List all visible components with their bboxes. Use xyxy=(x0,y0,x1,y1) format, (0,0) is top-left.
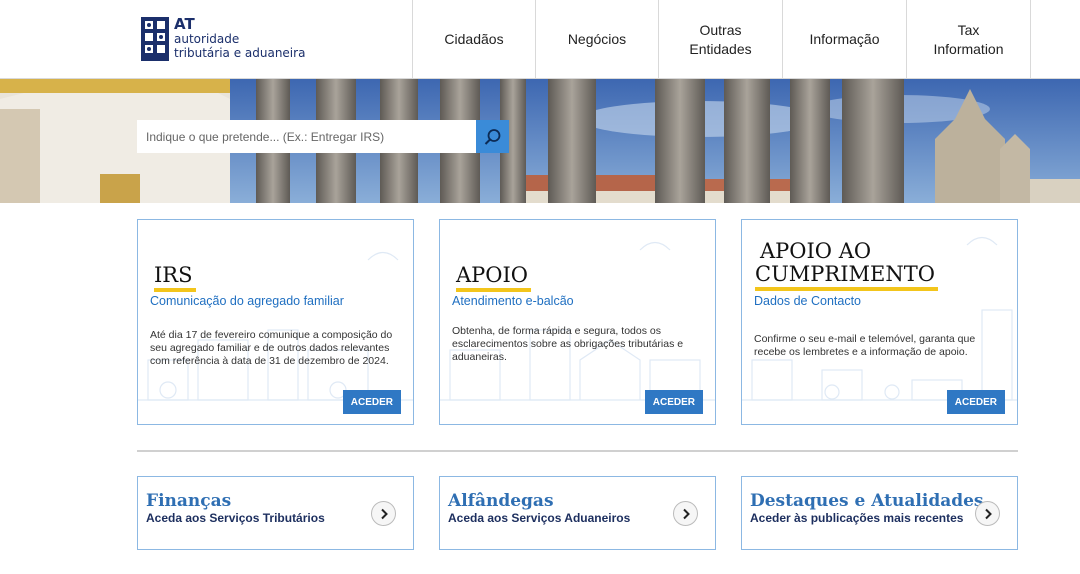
link-title: Alfândegas xyxy=(448,491,554,511)
nav-label-line1: Tax xyxy=(957,21,980,38)
search-input[interactable] xyxy=(137,120,476,153)
link-alfandegas[interactable]: Alfândegas Aceda aos Serviços Aduaneiros xyxy=(439,476,716,550)
section-divider xyxy=(137,450,1018,452)
chevron-right-icon xyxy=(682,508,690,519)
search-button[interactable] xyxy=(476,120,509,153)
search-icon xyxy=(484,128,500,145)
nav-tax-information[interactable]: Tax Information xyxy=(907,0,1031,79)
chevron-right-icon xyxy=(984,508,992,519)
card-title: APOIO xyxy=(456,264,532,292)
nav-label: Cidadãos xyxy=(444,31,504,47)
nav-outras-entidades[interactable]: Outras Entidades xyxy=(659,0,783,79)
main-nav: Cidadãos Negócios Outras Entidades Infor… xyxy=(412,0,1031,79)
card-description: Obtenha, de forma rápida e segura, todos… xyxy=(452,325,684,363)
nav-label-line2: Entidades xyxy=(689,40,752,57)
link-subtitle: Aceder às publicações mais recentes xyxy=(750,511,964,525)
logo-line-2: tributária e aduaneira xyxy=(174,46,306,60)
at-logo[interactable]: AT autoridade tributária e aduaneira xyxy=(139,15,305,63)
arrow-button[interactable] xyxy=(673,501,698,526)
card-description: Até dia 17 de fevereiro comunique a comp… xyxy=(150,329,393,367)
aceder-button[interactable]: ACEDER xyxy=(342,390,401,414)
link-financas[interactable]: Finanças Aceda aos Serviços Tributários xyxy=(137,476,414,550)
nav-negocios[interactable]: Negócios xyxy=(536,0,659,79)
search-bar xyxy=(137,120,509,153)
arrow-button[interactable] xyxy=(371,501,396,526)
card-subtitle[interactable]: Atendimento e-balcão xyxy=(452,294,574,308)
irs-card: IRS Comunicação do agregado familiar Até… xyxy=(137,219,414,425)
apoio-card: APOIO Atendimento e-balcão Obtenha, de f… xyxy=(439,219,716,425)
logo-line-1: autoridade xyxy=(174,32,240,46)
link-subtitle: Aceda aos Serviços Tributários xyxy=(146,511,325,525)
logo-abbr: AT xyxy=(174,15,195,33)
hero-banner xyxy=(0,79,1080,203)
card-title-line2: CUMPRIMENTO xyxy=(755,263,938,291)
card-subtitle[interactable]: Dados de Contacto xyxy=(754,294,861,308)
card-subtitle[interactable]: Comunicação do agregado familiar xyxy=(150,294,344,308)
aceder-button[interactable]: ACEDER xyxy=(946,390,1005,414)
nav-cidadaos[interactable]: Cidadãos xyxy=(413,0,536,79)
shield-logo-icon xyxy=(141,17,169,61)
nav-label: Informação xyxy=(809,31,880,47)
nav-informacao[interactable]: Informação xyxy=(783,0,907,79)
card-title: IRS xyxy=(154,264,196,292)
nav-label-line1: Outras xyxy=(699,21,742,38)
chevron-right-icon xyxy=(380,508,388,519)
link-destaques[interactable]: Destaques e Atualidades Aceder às public… xyxy=(741,476,1018,550)
aceder-button[interactable]: ACEDER xyxy=(644,390,703,414)
nav-label: Negócios xyxy=(567,31,627,47)
link-title: Destaques e Atualidades xyxy=(750,491,984,511)
site-header: AT autoridade tributária e aduaneira Cid… xyxy=(0,0,1080,79)
nav-label-line2: Information xyxy=(933,40,1004,57)
link-subtitle: Aceda aos Serviços Aduaneiros xyxy=(448,511,631,525)
apoio-cumprimento-card: APOIO AO CUMPRIMENTO Dados de Contacto C… xyxy=(741,219,1018,425)
link-title: Finanças xyxy=(146,491,232,511)
card-description: Confirme o seu e-mail e telemóvel, garan… xyxy=(754,333,976,358)
card-title-line1: APOIO AO xyxy=(760,239,872,263)
arrow-button[interactable] xyxy=(975,501,1000,526)
